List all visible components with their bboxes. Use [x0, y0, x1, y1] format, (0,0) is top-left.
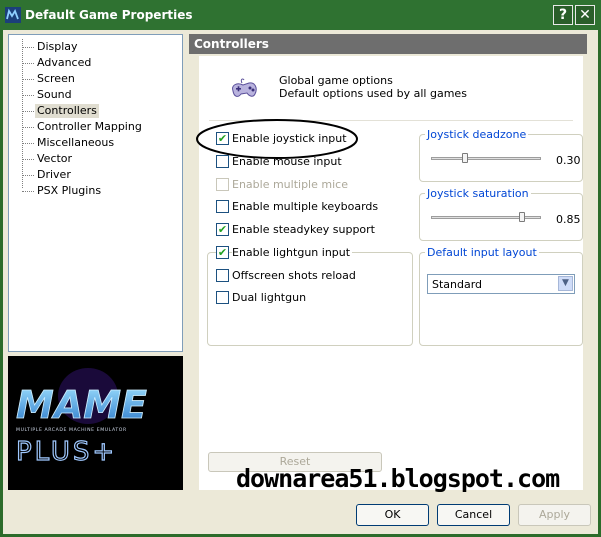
- logo-tagline: MULTIPLE ARCADE MACHINE EMULATOR: [16, 427, 127, 433]
- input-layout-value: Standard: [432, 278, 483, 291]
- saturation-value: 0.85: [556, 213, 581, 226]
- mame-plus-logo: MAME MULTIPLE ARCADE MACHINE EMULATOR PL…: [8, 356, 183, 490]
- tree-item-label: Display: [37, 40, 78, 53]
- ok-button[interactable]: OK: [356, 504, 429, 526]
- dialog-client-area: Display Advanced Screen Sound Controller…: [3, 30, 598, 534]
- checkbox-box[interactable]: ✔: [216, 246, 229, 259]
- annotation-circle: [196, 119, 358, 159]
- checkbox-label: Enable lightgun input: [232, 246, 353, 259]
- tree-branch: [22, 95, 34, 96]
- panel-title: Controllers: [194, 37, 269, 51]
- deadzone-slider-thumb[interactable]: [462, 153, 469, 163]
- deadzone-value: 0.30: [556, 154, 581, 167]
- tree-item-label: Advanced: [37, 56, 92, 69]
- checkbox-label: Enable multiple mice: [232, 178, 348, 191]
- tree-branch: [22, 127, 34, 128]
- tree-item-label: Miscellaneous: [37, 136, 115, 149]
- intro-title: Global game options: [279, 74, 393, 87]
- controllers-panel: Global game options Default options used…: [196, 56, 583, 490]
- tree-item-label: PSX Plugins: [37, 184, 102, 197]
- tree-item-label: Driver: [37, 168, 71, 181]
- tree-branch: [22, 63, 34, 64]
- checkbox-box[interactable]: ✔: [216, 223, 229, 236]
- window-title: Default Game Properties: [25, 8, 193, 22]
- logo-plus: PLUS+: [16, 437, 117, 467]
- input-layout-select[interactable]: Standard ▼: [427, 274, 575, 294]
- checkbox-label: Offscreen shots reload: [232, 269, 356, 282]
- tree-item-label: Controllers: [35, 104, 99, 118]
- deadzone-slider-track[interactable]: [431, 157, 541, 160]
- checkbox-label: Enable steadykey support: [232, 223, 375, 236]
- checkbox-label: Enable multiple keyboards: [232, 200, 379, 213]
- mame-logo-art: MAME MULTIPLE ARCADE MACHINE EMULATOR PL…: [15, 368, 147, 468]
- logo-wordmark: MAME: [16, 383, 147, 427]
- tree-branch: [22, 79, 34, 80]
- tree-item-label: Vector: [37, 152, 73, 165]
- checkbox-box: [216, 178, 229, 191]
- cancel-button[interactable]: Cancel: [437, 504, 510, 526]
- help-button[interactable]: ?: [553, 5, 573, 25]
- panel-header: Controllers: [189, 34, 587, 54]
- dialog-window: Default Game Properties ? ✕ Display Adva…: [0, 0, 601, 537]
- tree-branch: [22, 47, 34, 48]
- checkbox-label: Dual lightgun: [232, 291, 307, 304]
- checkbox-box[interactable]: [216, 200, 229, 213]
- tree-branch: [22, 143, 34, 144]
- input-layout-label: Default input layout: [425, 246, 539, 259]
- saturation-slider-thumb[interactable]: [519, 212, 526, 222]
- tree-item-label: Screen: [37, 72, 75, 85]
- tree-branch: [22, 175, 34, 176]
- deadzone-label: Joystick deadzone: [425, 128, 529, 141]
- tree-connector-line: [22, 39, 23, 188]
- watermark-text: downarea51.blogspot.com: [236, 464, 560, 493]
- title-bar[interactable]: Default Game Properties ? ✕: [0, 0, 601, 30]
- mame-app-icon: [5, 7, 21, 23]
- tree-item-label: Controller Mapping: [37, 120, 142, 133]
- checkbox-box[interactable]: [216, 291, 229, 304]
- close-button[interactable]: ✕: [575, 5, 595, 25]
- tree-branch: [22, 111, 34, 112]
- input-layout-group: [419, 252, 583, 346]
- checkbox-box[interactable]: [216, 269, 229, 282]
- tree-branch: [22, 191, 34, 192]
- tree-item-label: Sound: [37, 88, 72, 101]
- intro-subtitle: Default options used by all games: [279, 87, 467, 100]
- property-tree[interactable]: Display Advanced Screen Sound Controller…: [8, 34, 183, 352]
- tree-branch: [22, 159, 34, 160]
- chevron-down-icon[interactable]: ▼: [558, 276, 573, 291]
- apply-button[interactable]: Apply: [518, 504, 591, 526]
- saturation-label: Joystick saturation: [425, 187, 531, 200]
- gamepad-icon: [232, 78, 257, 97]
